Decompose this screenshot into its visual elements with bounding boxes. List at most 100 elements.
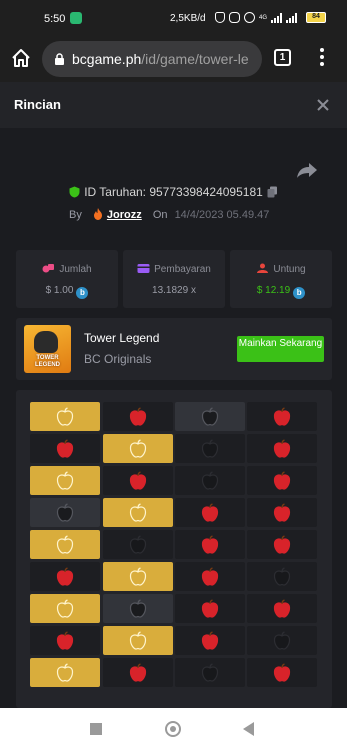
bet-date: 14/4/2023 05.49.47 (174, 209, 270, 221)
gorilla-icon (34, 331, 58, 353)
mute-icon (229, 12, 240, 23)
apple-icon (56, 439, 74, 458)
copy-icon[interactable] (267, 186, 278, 198)
by-label: By (69, 209, 82, 221)
system-nav-bar (0, 708, 347, 750)
red-apple-tile (247, 466, 317, 495)
apple-icon (129, 407, 147, 426)
unrevealed-tile (247, 626, 317, 655)
home-button[interactable] (165, 721, 181, 737)
home-icon[interactable] (10, 47, 32, 69)
apple-icon (201, 567, 219, 586)
red-apple-tile (175, 562, 245, 591)
red-apple-tile (103, 402, 173, 431)
address-bar[interactable]: bcgame.ph/id/game/tower-le (42, 41, 262, 77)
gold-tile-apple-outline (30, 594, 100, 623)
gold-tile-apple-outline (103, 498, 173, 527)
profit-icon (257, 263, 269, 273)
network-speed: 2,5KB/d (170, 13, 206, 24)
apple-icon (273, 535, 291, 554)
red-apple-tile (247, 594, 317, 623)
payout-value: 13.1829 x (152, 285, 196, 296)
red-apple-tile (247, 434, 317, 463)
battery-icon: 84 (306, 12, 326, 23)
apple-icon (201, 631, 219, 650)
modal-header: Rincian (0, 82, 347, 128)
lock-icon (55, 53, 64, 65)
tower-board (16, 390, 332, 708)
red-apple-tile (30, 626, 100, 655)
network-type: 4G (259, 14, 268, 21)
gold-tile-apple-outline (30, 466, 100, 495)
apple-icon (56, 503, 74, 522)
apple-icon (56, 407, 74, 426)
red-apple-tile (175, 530, 245, 559)
apple-icon (273, 439, 291, 458)
apple-icon (201, 503, 219, 522)
apple-icon (56, 567, 74, 586)
red-apple-tile (247, 658, 317, 687)
apple-icon (273, 471, 291, 490)
gold-tile-apple-outline (30, 658, 100, 687)
game-thumbnail[interactable]: TOWER LEGEND (24, 325, 71, 373)
apple-icon (129, 599, 147, 618)
verified-shield-icon (69, 186, 80, 198)
revealed-empty-tile (30, 498, 100, 527)
game-card: TOWER LEGEND Tower Legend BC Originals M… (16, 318, 332, 380)
play-now-button[interactable]: Mainkan Sekarang (237, 336, 324, 362)
share-icon[interactable] (296, 161, 318, 179)
recents-button[interactable] (90, 723, 102, 735)
apple-icon (201, 471, 219, 490)
gold-tile-apple-outline (30, 530, 100, 559)
status-time: 5:50 (44, 13, 66, 25)
apple-icon (129, 535, 147, 554)
red-apple-tile (247, 498, 317, 527)
unrevealed-tile (175, 658, 245, 687)
apple-icon (273, 567, 291, 586)
profit-stat: Untung $ 12.19 b (230, 250, 332, 308)
red-apple-tile (175, 498, 245, 527)
apple-icon (201, 407, 219, 426)
bet-details: ID Taruhan: 95773398424095181 By Jorozz … (0, 128, 347, 708)
bet-author-row: By Jorozz On 14/4/2023 05.49.47 (69, 208, 269, 221)
close-icon[interactable] (315, 97, 331, 113)
unrevealed-tile (247, 562, 317, 591)
more-vert-icon[interactable] (317, 46, 327, 70)
user-link[interactable]: Jorozz (107, 209, 142, 221)
back-button[interactable] (243, 722, 254, 736)
bcd-coin-icon: b (293, 287, 306, 299)
payout-stat: Pembayaran 13.1829 x (123, 250, 225, 308)
modal-title: Rincian (14, 97, 61, 112)
fire-icon (93, 208, 102, 220)
red-apple-tile (247, 530, 317, 559)
unrevealed-tile (175, 466, 245, 495)
apple-icon (129, 503, 147, 522)
revealed-empty-tile (103, 594, 173, 623)
bet-stats: Jumlah $ 1.00 b Pembayaran 13.1829 x Untu… (16, 250, 332, 308)
apple-icon (201, 663, 219, 682)
apple-icon (201, 535, 219, 554)
apple-icon (56, 663, 74, 682)
apple-icon (129, 567, 147, 586)
signal-icon (271, 12, 283, 23)
gold-tile-apple-outline (103, 434, 173, 463)
red-apple-tile (30, 562, 100, 591)
apple-icon (273, 631, 291, 650)
unrevealed-tile (175, 434, 245, 463)
revealed-empty-tile (175, 402, 245, 431)
apple-icon (201, 599, 219, 618)
amount-stat: Jumlah $ 1.00 b (16, 250, 118, 308)
apple-icon (56, 471, 74, 490)
wager-icon (42, 264, 55, 273)
profit-value: $ 12.19 (256, 285, 291, 296)
gold-tile-apple-outline (30, 402, 100, 431)
shield-notification-icon (70, 12, 82, 24)
url-text[interactable]: bcgame.ph/id/game/tower-le (72, 51, 258, 67)
headphones-icon (215, 12, 225, 23)
tab-switcher-button[interactable]: 1 (274, 49, 291, 66)
thumbnail-title: TOWER LEGEND (34, 355, 60, 368)
gold-tile-apple-outline (103, 626, 173, 655)
apple-icon (56, 631, 74, 650)
apple-icon (273, 599, 291, 618)
signal-icon-2 (286, 12, 298, 23)
